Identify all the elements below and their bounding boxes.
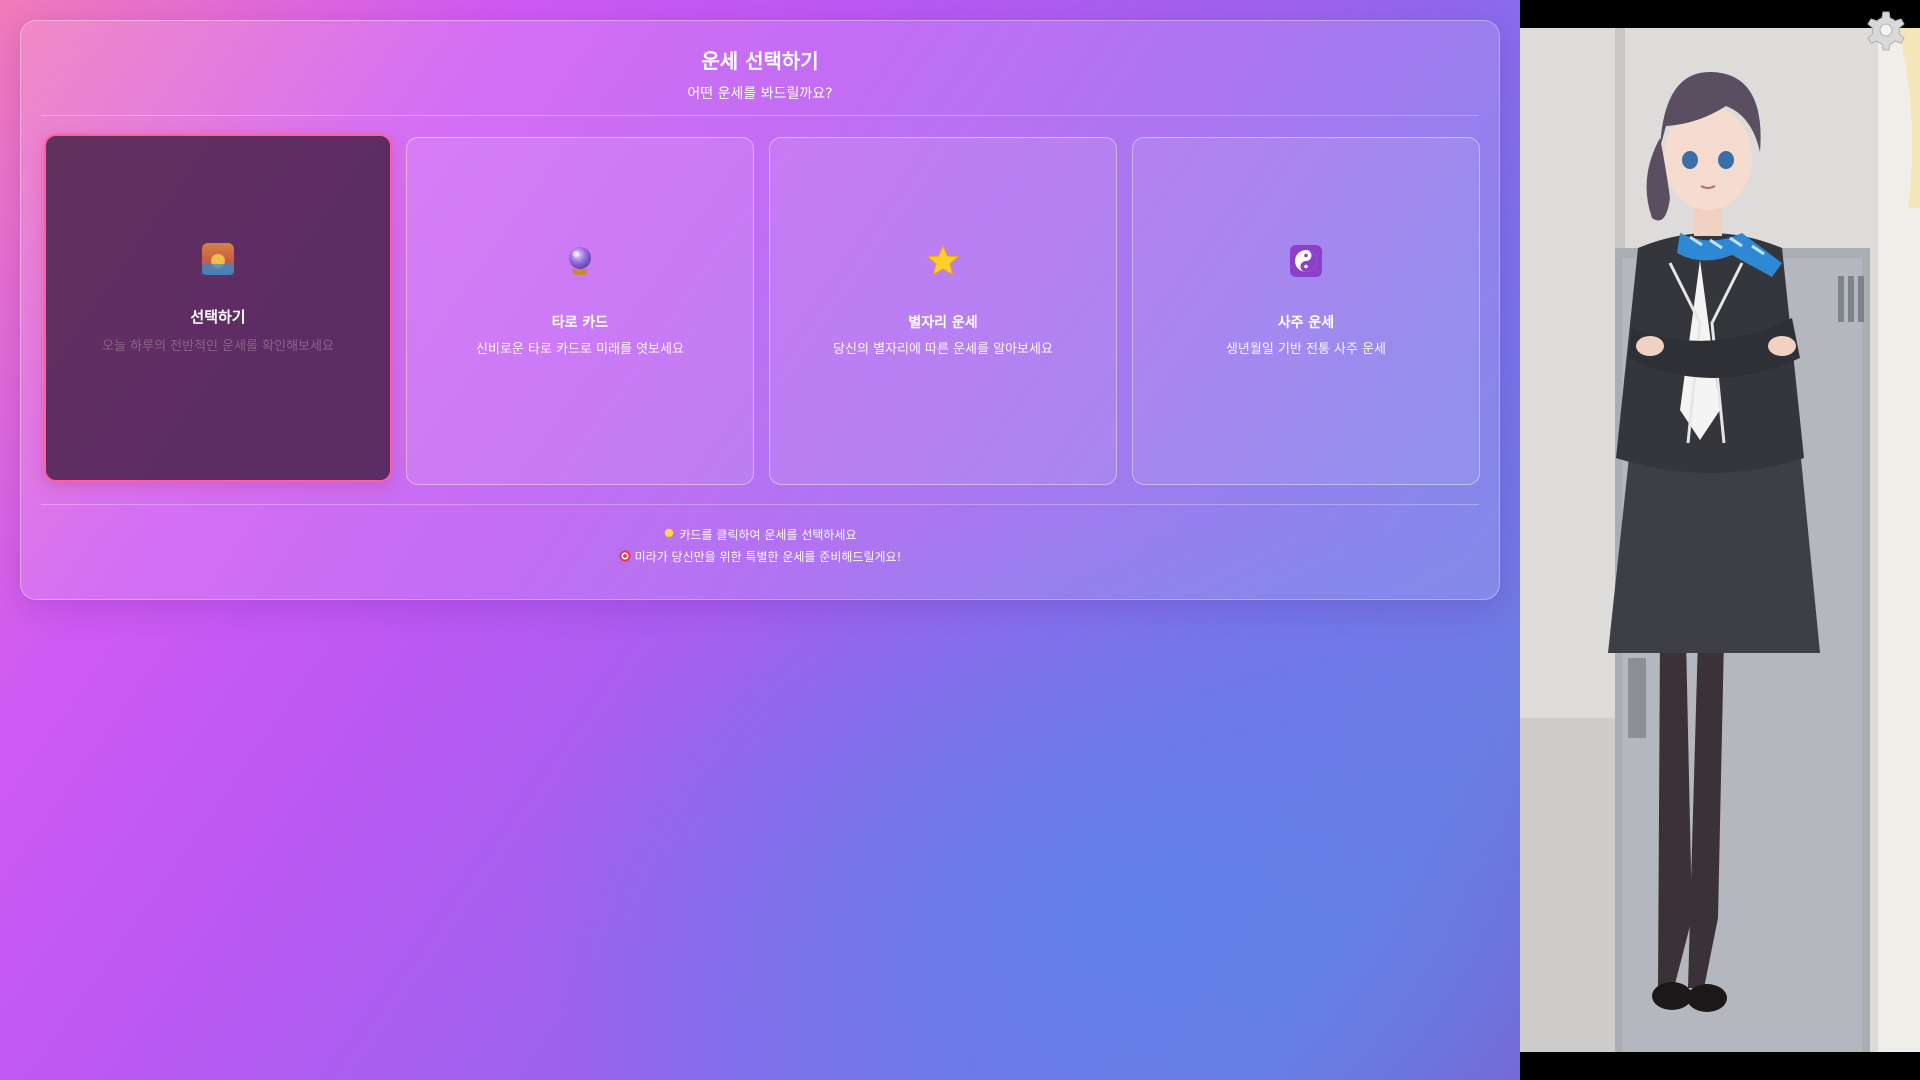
hint-click-card: 카드를 클릭하여 운세를 선택하세요 bbox=[21, 526, 1499, 544]
hint-text: 미라가 당신만을 위한 특별한 운세를 준비해드릴게요! bbox=[634, 550, 902, 564]
hint-text: 카드를 클릭하여 운세를 선택하세요 bbox=[679, 528, 857, 542]
card-label: 사주 운세 bbox=[1277, 315, 1335, 331]
yin-yang-icon bbox=[1133, 244, 1479, 278]
divider-top bbox=[41, 115, 1479, 116]
card-description: 오늘 하루의 전반적인 운세를 확인해보세요 bbox=[102, 339, 334, 354]
card-label: 별자리 운세 bbox=[908, 315, 978, 331]
target-icon bbox=[619, 550, 631, 565]
divider-bottom bbox=[41, 504, 1479, 505]
page-title: 운세 선택하기 bbox=[701, 49, 819, 73]
card-description: 당신의 별자리에 따른 운세를 알아보세요 bbox=[833, 342, 1053, 357]
character-illustration bbox=[1520, 28, 1920, 1052]
fortune-selector-panel: 운세 선택하기 어떤 운세를 봐드릴까요? 선택하기 오늘 하루의 전반적인 운… bbox=[20, 20, 1500, 600]
card-label: 타로 카드 bbox=[551, 315, 609, 331]
sunrise-icon bbox=[46, 242, 390, 276]
fortune-card-zodiac[interactable]: 별자리 운세 당신의 별자리에 따른 운세를 알아보세요 bbox=[769, 137, 1117, 485]
hint-mira: 미라가 당신만을 위한 특별한 운세를 준비해드릴게요! bbox=[21, 548, 1499, 565]
star-icon bbox=[770, 244, 1116, 278]
character-panel bbox=[1520, 28, 1920, 1052]
settings-gear-icon[interactable] bbox=[1862, 6, 1910, 54]
fortune-card-saju[interactable]: 사주 운세 생년월일 기반 전통 사주 운세 bbox=[1132, 137, 1480, 485]
fortune-card-daily[interactable]: 선택하기 오늘 하루의 전반적인 운세를 확인해보세요 bbox=[44, 134, 392, 482]
lightbulb-icon bbox=[663, 528, 675, 544]
page-subtitle: 어떤 운세를 봐드릴까요? bbox=[687, 86, 833, 102]
card-description: 신비로운 타로 카드로 미래를 엿보세요 bbox=[476, 342, 684, 357]
fortune-card-tarot[interactable]: 타로 카드 신비로운 타로 카드로 미래를 엿보세요 bbox=[406, 137, 754, 485]
main-background: 운세 선택하기 어떤 운세를 봐드릴까요? 선택하기 오늘 하루의 전반적인 운… bbox=[0, 0, 1520, 1080]
card-label: 선택하기 bbox=[190, 308, 246, 326]
crystal-ball-icon bbox=[407, 244, 753, 278]
card-description: 생년월일 기반 전통 사주 운세 bbox=[1225, 342, 1387, 357]
